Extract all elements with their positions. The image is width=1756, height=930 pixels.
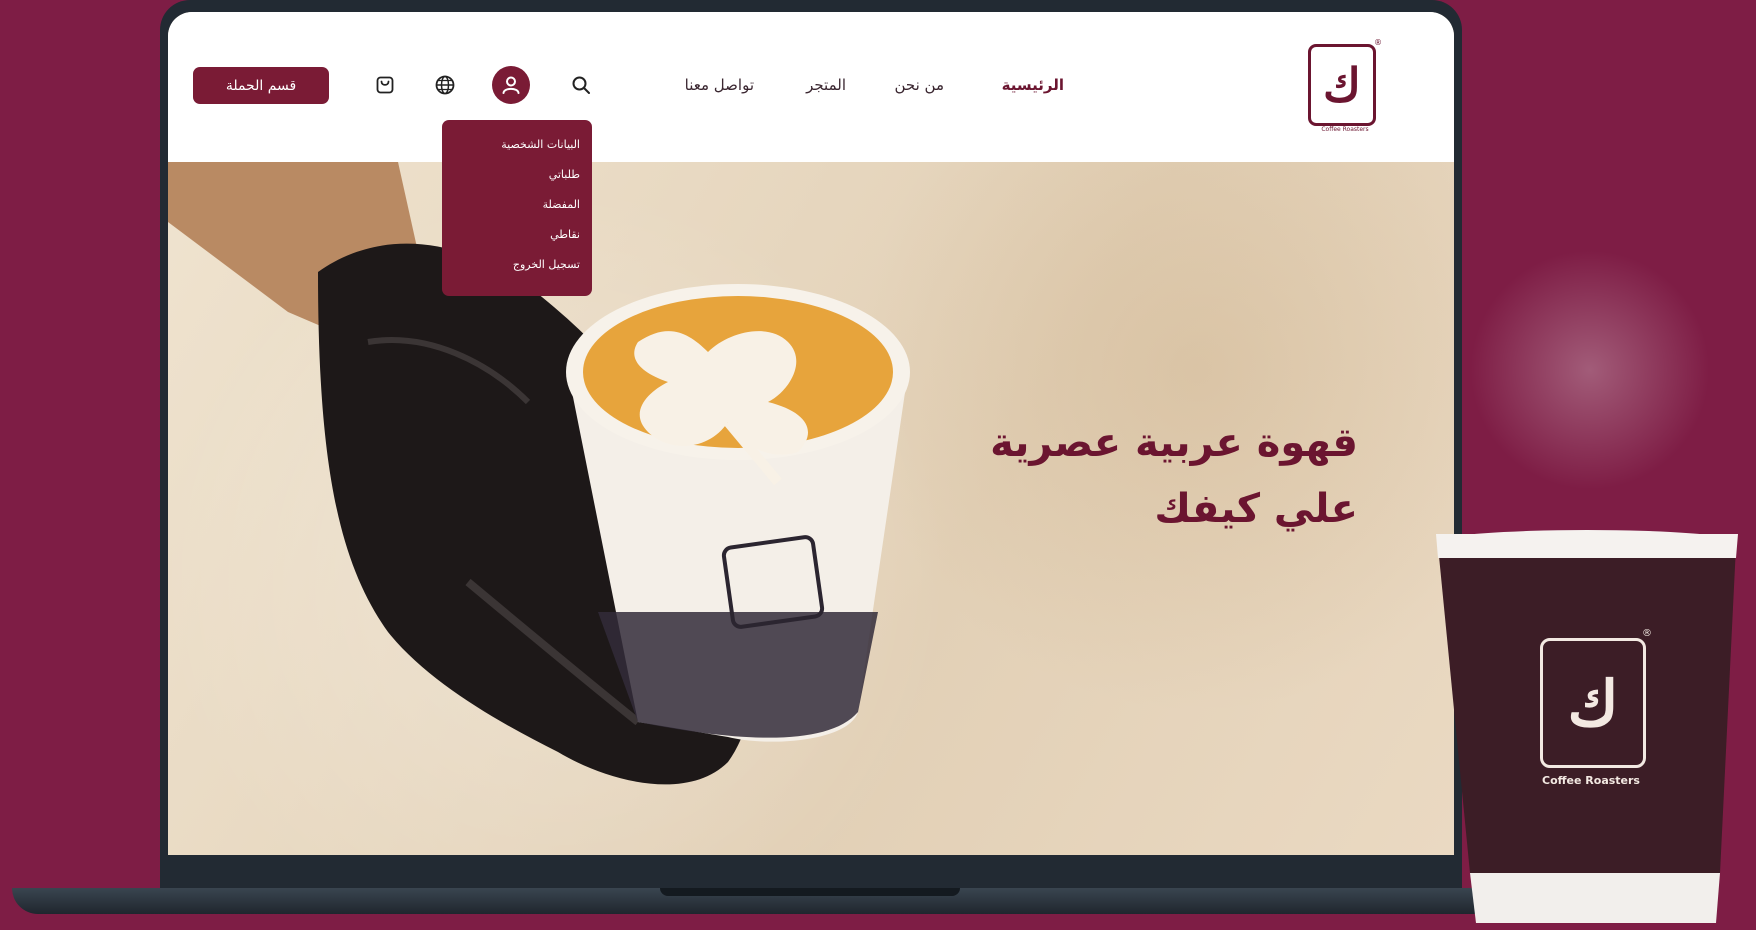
nav-link-home[interactable]: الرئيسية — [1002, 76, 1064, 94]
cart-button[interactable] — [368, 68, 402, 102]
nav-link-store[interactable]: المتجر — [806, 76, 846, 94]
site-header: ® ك Coffee Roasters الرئيسية من نحن المت… — [168, 12, 1454, 162]
search-icon — [572, 76, 590, 94]
cup-logo-letter: ك — [1567, 666, 1619, 740]
menu-item-personal-info[interactable]: البيانات الشخصية — [442, 130, 592, 160]
cup-logo: ك — [1540, 638, 1646, 768]
globe-icon — [435, 75, 455, 95]
logo-caption: Coffee Roasters — [1321, 126, 1369, 133]
hero-banner: قهوة عربية عصرية علي كيفك — [168, 162, 1454, 855]
site-logo[interactable]: ك — [1308, 44, 1376, 126]
language-button[interactable] — [428, 68, 462, 102]
menu-item-my-points[interactable]: نقاطي — [442, 220, 592, 250]
cup-registered-mark: ® — [1642, 628, 1652, 639]
logo-letter: ك — [1323, 58, 1361, 112]
menu-item-logout[interactable]: تسجيل الخروج — [442, 250, 592, 280]
laptop-notch — [660, 888, 960, 896]
campaign-button[interactable]: قسم الحملة — [193, 67, 329, 104]
logo-registered-mark: ® — [1374, 38, 1382, 47]
hero-title-line-1: قهوة عربية عصرية — [990, 420, 1358, 466]
user-icon — [502, 76, 520, 94]
nav-link-contact[interactable]: تواصل معنا — [685, 76, 754, 94]
shopping-bag-icon — [376, 76, 394, 94]
laptop-screen: ® ك Coffee Roasters الرئيسية من نحن المت… — [168, 12, 1454, 855]
search-button[interactable] — [564, 68, 598, 102]
nav-link-about[interactable]: من نحن — [895, 76, 945, 94]
cup-caption: Coffee Roasters — [1542, 774, 1640, 787]
steam-decoration — [1460, 240, 1720, 500]
hero-title-line-2: علي كيفك — [1154, 486, 1358, 532]
menu-item-favorites[interactable]: المفضلة — [442, 190, 592, 220]
profile-dropdown-menu: البيانات الشخصية طلباتي المفضلة نقاطي تس… — [442, 120, 592, 296]
menu-item-my-orders[interactable]: طلباتي — [442, 160, 592, 190]
hero-heading: قهوة عربية عصرية علي كيفك — [990, 410, 1358, 542]
profile-button[interactable] — [492, 66, 530, 104]
